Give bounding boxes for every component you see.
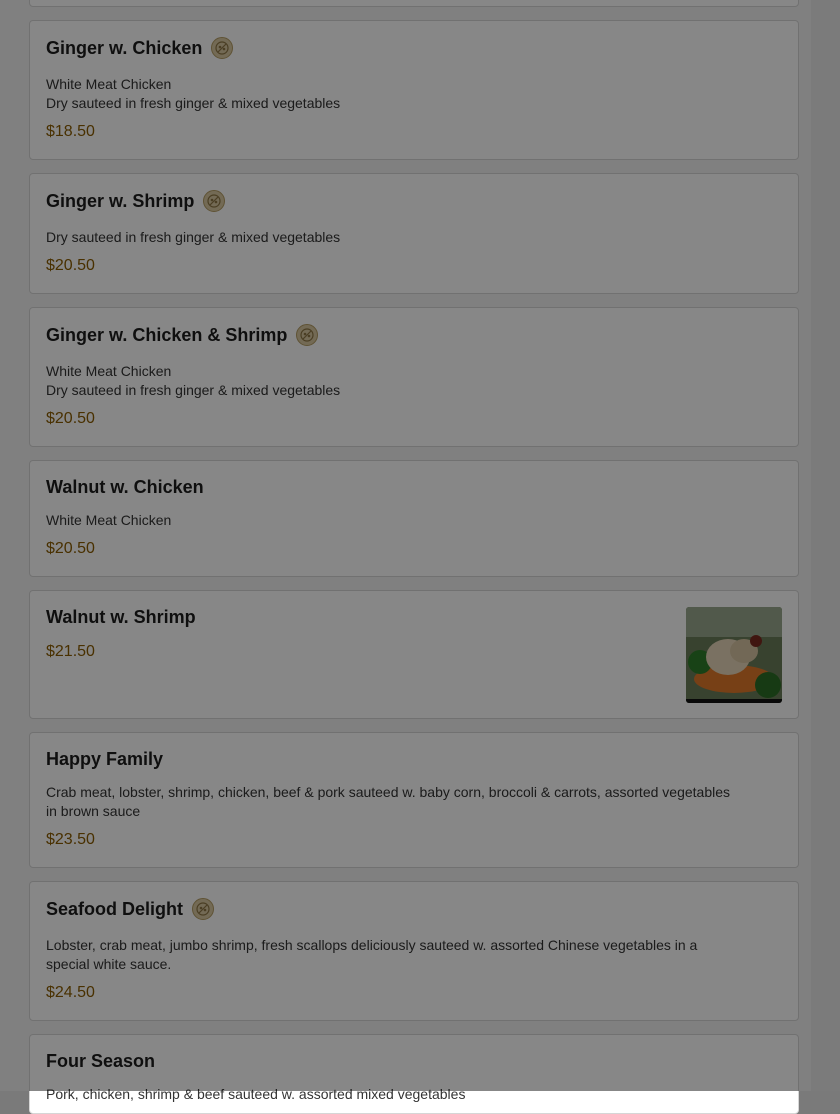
modal-dim-overlay[interactable] <box>0 0 840 1091</box>
